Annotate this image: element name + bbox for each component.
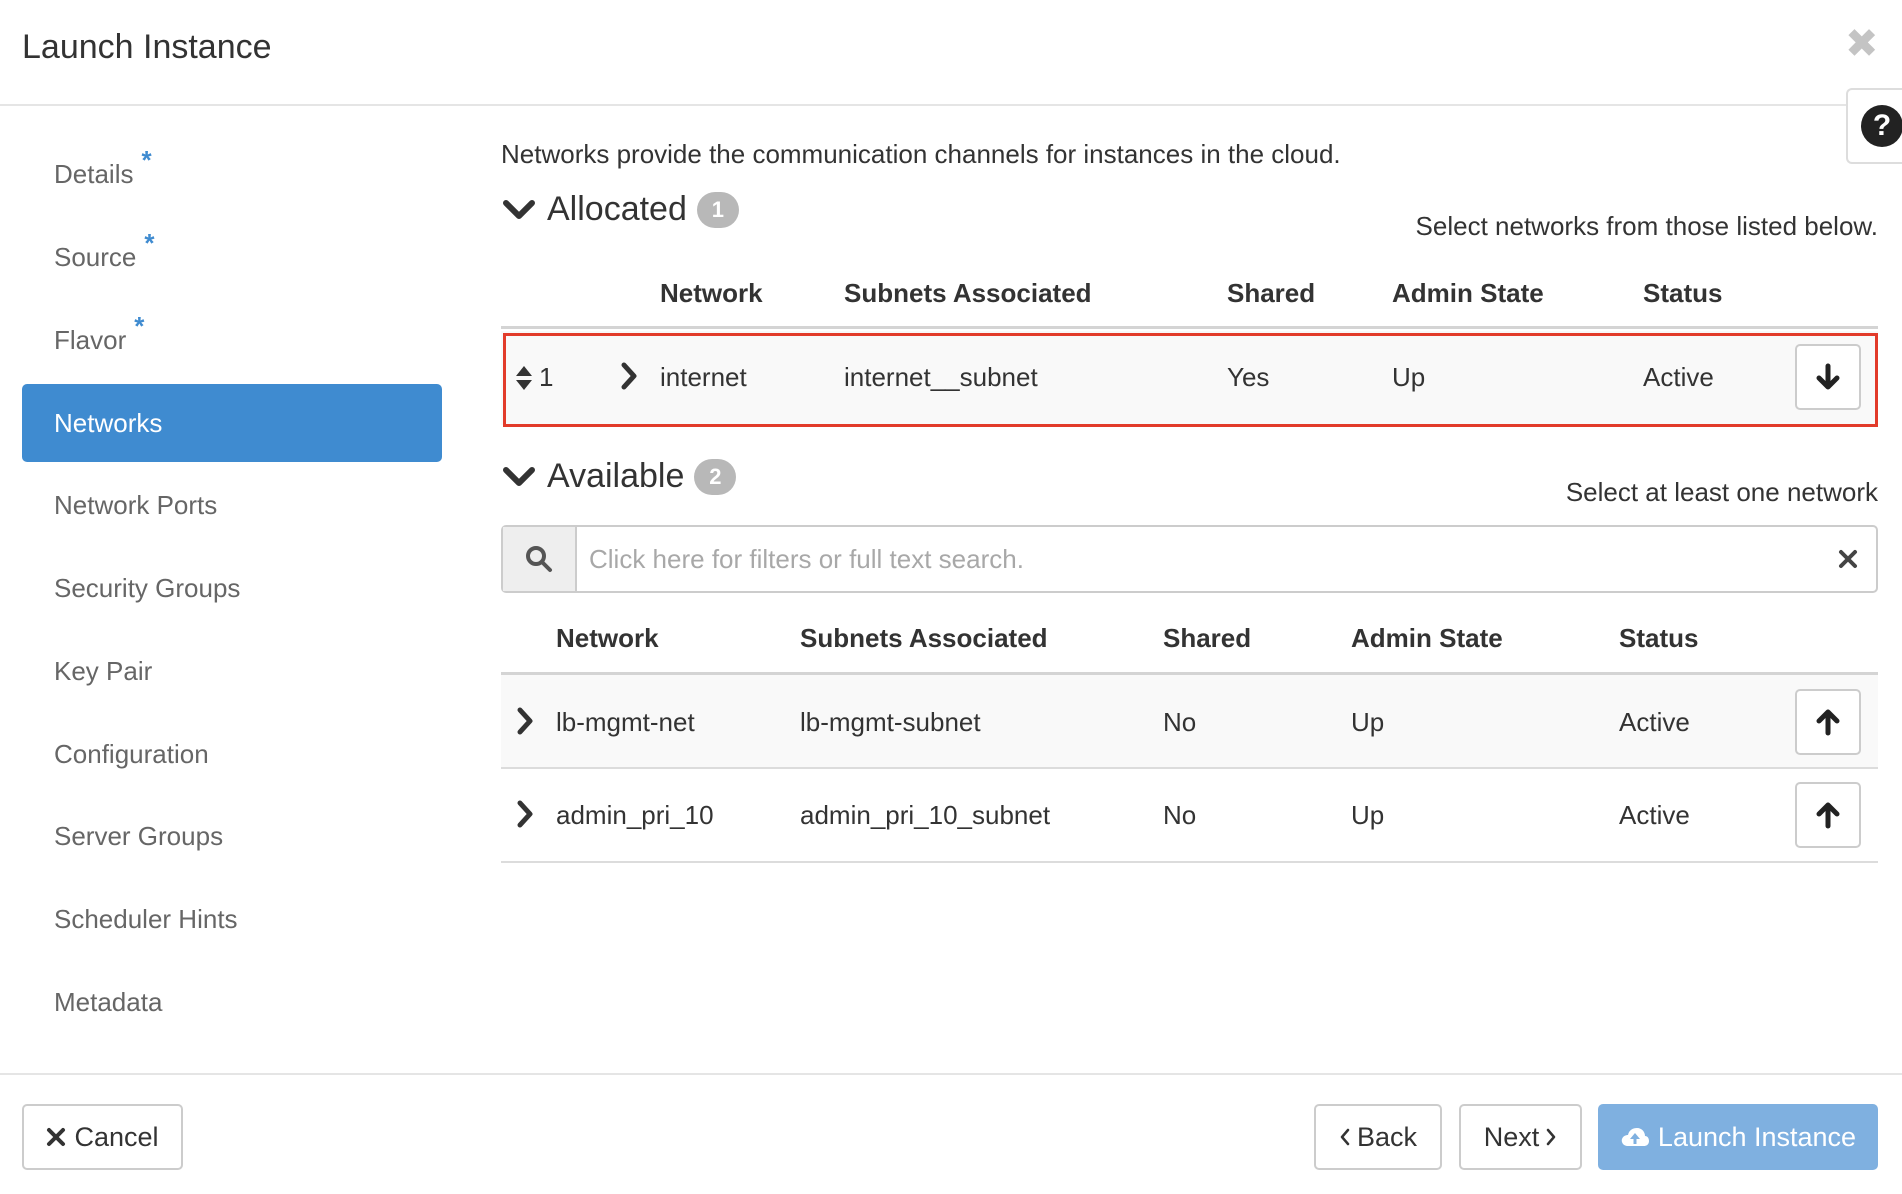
- chevron-left-icon: [1340, 1128, 1350, 1146]
- sidebar-item-label: Flavor: [54, 324, 127, 355]
- sidebar-item-metadata[interactable]: Metadata: [22, 963, 442, 1041]
- search-input[interactable]: [577, 527, 1820, 591]
- available-col-shared: Shared: [1163, 623, 1252, 653]
- search-icon-addon: [503, 527, 577, 591]
- allocated-section-toggle[interactable]: Allocated 1: [501, 190, 739, 229]
- chevron-right-icon[interactable]: [619, 362, 639, 390]
- chevron-right-icon[interactable]: [515, 707, 535, 735]
- drag-handle[interactable]: 1: [515, 362, 553, 393]
- modal-title: Launch Instance: [22, 28, 272, 66]
- sidebar-item-label: Scheduler Hints: [54, 903, 238, 934]
- required-marker: *: [134, 310, 145, 341]
- cancel-button[interactable]: Cancel: [22, 1104, 183, 1170]
- sidebar-item-key-pair[interactable]: Key Pair: [22, 632, 442, 710]
- sidebar-item-label: Key Pair: [54, 655, 153, 686]
- available-section-toggle[interactable]: Available 2: [501, 457, 737, 496]
- available-col-network: Network: [556, 623, 659, 653]
- allocated-header-divider: [501, 326, 1878, 329]
- network-name: admin_pri_10: [556, 800, 714, 830]
- next-label: Next: [1483, 1121, 1540, 1152]
- back-button[interactable]: Back: [1314, 1104, 1442, 1170]
- clear-search-icon[interactable]: [1820, 527, 1876, 591]
- network-name: internet: [660, 362, 747, 392]
- network-name: lb-mgmt-net: [556, 707, 695, 737]
- available-count-badge: 2: [694, 458, 737, 495]
- networks-description: Networks provide the communication chann…: [501, 139, 1341, 169]
- available-col-admin-state: Admin State: [1351, 623, 1503, 653]
- sidebar-item-security-groups[interactable]: Security Groups: [22, 549, 442, 627]
- allocated-hint: Select networks from those listed below.: [1415, 211, 1878, 241]
- launch-label: Launch Instance: [1657, 1121, 1857, 1152]
- close-icon: [1839, 550, 1857, 568]
- available-col-status: Status: [1619, 623, 1699, 653]
- allocate-button[interactable]: [1795, 782, 1861, 848]
- subnets-cell: admin_pri_10_subnet: [800, 800, 1051, 830]
- allocated-title: Allocated: [547, 190, 687, 228]
- sidebar-item-label: Networks: [54, 407, 163, 438]
- sidebar-item-label: Metadata: [54, 986, 163, 1017]
- status-cell: Active: [1619, 707, 1690, 737]
- sidebar-item-label: Security Groups: [54, 572, 241, 603]
- admin-state-cell: Up: [1351, 800, 1385, 830]
- sidebar-item-network-ports[interactable]: Network Ports: [22, 466, 442, 544]
- sidebar-item-details[interactable]: Details *: [22, 135, 442, 213]
- row-divider: [501, 861, 1878, 863]
- sort-icon: [516, 365, 532, 390]
- chevron-right-icon[interactable]: [515, 800, 535, 828]
- allocate-button[interactable]: [1795, 689, 1861, 755]
- required-marker: *: [141, 144, 152, 175]
- search-bar: [501, 525, 1878, 593]
- chevron-down-icon: [503, 199, 535, 219]
- allocated-col-network: Network: [660, 278, 763, 308]
- arrow-up-icon: [1816, 802, 1840, 829]
- search-icon: [526, 546, 552, 572]
- chevron-down-icon: [503, 466, 535, 486]
- sidebar-item-configuration[interactable]: Configuration: [22, 715, 442, 793]
- status-cell: Active: [1643, 362, 1714, 392]
- chevron-right-icon: [1547, 1128, 1556, 1146]
- arrow-up-icon: [1816, 709, 1840, 736]
- back-label: Back: [1356, 1121, 1418, 1152]
- available-hint: Select at least one network: [1565, 477, 1878, 507]
- allocated-col-status: Status: [1643, 278, 1723, 308]
- footer-divider: [0, 1073, 1902, 1075]
- admin-state-cell: Up: [1351, 707, 1385, 737]
- close-icon[interactable]: ✖: [1845, 24, 1881, 64]
- close-icon: [47, 1128, 66, 1146]
- required-marker: *: [144, 227, 155, 258]
- status-cell: Active: [1619, 800, 1690, 830]
- sidebar-item-source[interactable]: Source *: [22, 218, 442, 296]
- allocated-col-shared: Shared: [1227, 278, 1316, 308]
- sidebar-item-networks[interactable]: Networks: [22, 384, 442, 462]
- cancel-label: Cancel: [74, 1121, 159, 1152]
- available-col-subnets: Subnets Associated: [800, 623, 1048, 653]
- row-order: 1: [539, 362, 554, 392]
- sidebar-item-label: Source: [54, 241, 137, 272]
- arrow-down-icon: [1816, 363, 1840, 390]
- sidebar-item-server-groups[interactable]: Server Groups: [22, 797, 442, 875]
- shared-cell: No: [1163, 800, 1197, 830]
- sidebar-item-flavor[interactable]: Flavor *: [22, 301, 442, 379]
- sidebar-item-label: Details: [54, 158, 134, 189]
- allocated-col-admin-state: Admin State: [1392, 278, 1544, 308]
- admin-state-cell: Up: [1392, 362, 1426, 392]
- allocated-count-badge: 1: [696, 191, 739, 228]
- shared-cell: No: [1163, 707, 1197, 737]
- deallocate-button[interactable]: [1795, 344, 1861, 410]
- launch-instance-button[interactable]: Launch Instance: [1598, 1104, 1878, 1170]
- allocated-col-subnets: Subnets Associated: [844, 278, 1092, 308]
- sidebar-item-scheduler-hints[interactable]: Scheduler Hints: [22, 880, 442, 958]
- sidebar-item-label: Configuration: [54, 738, 209, 769]
- question-icon: ?: [1861, 105, 1902, 147]
- shared-cell: Yes: [1227, 362, 1270, 392]
- sidebar-item-label: Network Ports: [54, 489, 218, 520]
- sidebar-item-label: Server Groups: [54, 820, 224, 851]
- next-button[interactable]: Next: [1459, 1104, 1582, 1170]
- header-divider: [0, 104, 1902, 106]
- cloud-upload-icon: [1621, 1128, 1649, 1146]
- subnets-cell: lb-mgmt-subnet: [800, 707, 981, 737]
- subnets-cell: internet__subnet: [844, 362, 1038, 392]
- available-title: Available: [547, 457, 685, 495]
- help-button[interactable]: ?: [1846, 88, 1902, 164]
